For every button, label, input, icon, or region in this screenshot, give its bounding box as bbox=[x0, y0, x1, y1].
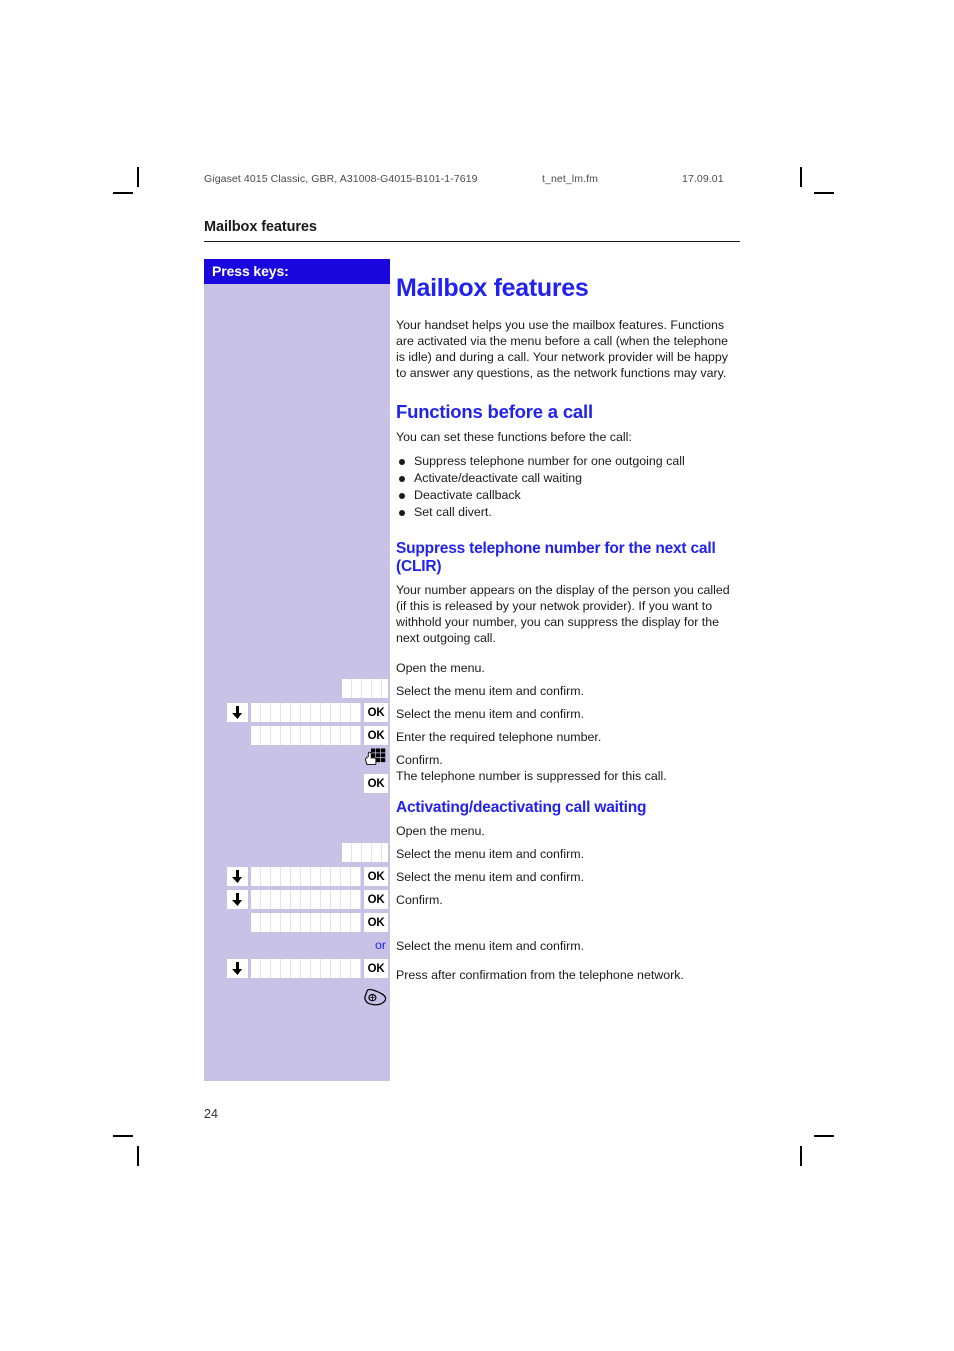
list-item-label: Activate/deactivate call waiting bbox=[414, 471, 583, 486]
crop-mark-bottom-left-horizontal bbox=[113, 1135, 133, 1137]
step-instruction: Select the menu item and confirm. bbox=[396, 847, 585, 862]
step-instruction: Confirm. The telephone number is suppres… bbox=[396, 750, 667, 784]
step-row: Open the menu. bbox=[396, 821, 740, 844]
step-instruction: Select the menu item and confirm. bbox=[396, 706, 585, 721]
display-field-icon bbox=[251, 959, 361, 978]
key-row-confirm-cw: OK bbox=[204, 913, 390, 932]
step-row-spacer bbox=[396, 913, 740, 936]
key-row-select-confirm-cw-1: OK bbox=[204, 867, 390, 886]
step-instruction: Select the menu item and confirm. bbox=[396, 939, 585, 954]
list-item-label: Set call divert. bbox=[414, 505, 492, 520]
step-instruction: Select the menu item and confirm. bbox=[396, 683, 585, 698]
step-row: Enter the required telephone number. bbox=[396, 727, 740, 750]
crop-mark-top-right-horizontal bbox=[814, 192, 834, 194]
step-instruction: Open the menu. bbox=[396, 660, 485, 675]
key-row-hangup bbox=[204, 987, 390, 1006]
clir-step-list: Open the menu. Select the menu item and … bbox=[396, 658, 740, 786]
key-row-enter-number bbox=[204, 748, 390, 767]
crop-mark-top-right-vertical bbox=[800, 167, 802, 187]
step-row: Select the menu item and confirm. bbox=[396, 704, 740, 727]
display-field-icon bbox=[342, 679, 388, 698]
step-row: Open the menu. bbox=[396, 658, 740, 681]
display-field-icon bbox=[342, 843, 388, 862]
key-row-confirm-clir: OK bbox=[204, 774, 390, 793]
step-instruction: Confirm. bbox=[396, 893, 443, 908]
step-instruction-line2: The telephone number is suppressed for t… bbox=[396, 768, 667, 783]
press-keys-sidebar: Press keys: OK OK OK OK OK OK or OK bbox=[204, 259, 390, 1081]
step-instruction: Open the menu. bbox=[396, 824, 485, 839]
intro-paragraph: Your handset helps you use the mailbox f… bbox=[396, 317, 729, 381]
ok-key-icon: OK bbox=[364, 890, 388, 909]
arrow-down-key-icon bbox=[227, 959, 248, 978]
key-row-open-menu-callwaiting bbox=[204, 843, 390, 862]
step-row: Press after confirmation from the teleph… bbox=[396, 965, 740, 988]
section-heading-functions-before-call: Functions before a call bbox=[396, 400, 593, 422]
key-row-select-confirm-cw-3: OK bbox=[204, 959, 390, 978]
running-head-rule bbox=[204, 241, 740, 243]
ok-key-icon: OK bbox=[364, 726, 388, 745]
source-file-name: t_net_lm.fm bbox=[542, 173, 598, 185]
arrow-down-key-icon bbox=[227, 867, 248, 886]
display-field-icon bbox=[251, 703, 361, 722]
ok-key-icon: OK bbox=[364, 774, 388, 793]
or-label: or bbox=[374, 938, 386, 952]
step-row: Select the menu item and confirm. bbox=[396, 867, 740, 890]
key-row-select-confirm-cw-2: OK bbox=[204, 890, 390, 909]
bullet-dot-icon bbox=[399, 476, 405, 483]
list-item: Deactivate callback bbox=[396, 487, 740, 504]
document-date: 17.09.01 bbox=[682, 173, 724, 185]
page-number: 24 bbox=[204, 1107, 218, 1121]
display-field-icon bbox=[251, 890, 361, 909]
step-instruction: Enter the required telephone number. bbox=[396, 729, 602, 744]
list-item: Activate/deactivate call waiting bbox=[396, 470, 740, 487]
arrow-down-key-icon bbox=[227, 703, 248, 722]
document-reference: Gigaset 4015 Classic, GBR, A31008-G4015-… bbox=[204, 173, 478, 185]
key-row-select-confirm-clir-1: OK bbox=[204, 703, 390, 722]
display-field-icon bbox=[251, 913, 361, 932]
step-row: Confirm. bbox=[396, 890, 740, 913]
bullet-dot-icon bbox=[399, 510, 405, 517]
page-title: Mailbox features bbox=[396, 274, 589, 302]
list-item: Suppress telephone number for one outgoi… bbox=[396, 453, 740, 470]
step-instruction-line1: Confirm. bbox=[396, 752, 443, 767]
step-instruction: Select the menu item and confirm. bbox=[396, 870, 585, 885]
crop-mark-bottom-left-vertical bbox=[137, 1146, 139, 1166]
sidebar-title: Press keys: bbox=[204, 259, 390, 284]
keypad-icon bbox=[362, 748, 388, 768]
list-item-label: Suppress telephone number for one outgoi… bbox=[414, 454, 685, 469]
step-row: Confirm. The telephone number is suppres… bbox=[396, 750, 740, 786]
call-waiting-step-list: Open the menu. Select the menu item and … bbox=[396, 821, 740, 988]
bullet-dot-icon bbox=[399, 493, 405, 500]
handset-hangup-icon bbox=[362, 987, 388, 1007]
arrow-down-key-icon bbox=[227, 890, 248, 909]
crop-mark-top-left-vertical bbox=[137, 167, 139, 187]
list-item-label: Deactivate callback bbox=[414, 488, 521, 503]
ok-key-icon: OK bbox=[364, 959, 388, 978]
list-item: Set call divert. bbox=[396, 504, 740, 521]
step-row: Select the menu item and confirm. bbox=[396, 681, 740, 704]
display-field-icon bbox=[251, 726, 361, 745]
functions-bullet-list: Suppress telephone number for one outgoi… bbox=[396, 453, 740, 520]
crop-mark-bottom-right-vertical bbox=[800, 1146, 802, 1166]
step-row: Select the menu item and confirm. bbox=[396, 936, 740, 965]
section-heading-call-waiting: Activating/deactivating call waiting bbox=[396, 798, 647, 816]
running-head: Mailbox features bbox=[204, 219, 317, 235]
ok-key-icon: OK bbox=[364, 913, 388, 932]
display-field-icon bbox=[251, 867, 361, 886]
ok-key-icon: OK bbox=[364, 703, 388, 722]
step-row: Select the menu item and confirm. bbox=[396, 844, 740, 867]
section-heading-clir: Suppress telephone number for the next c… bbox=[396, 539, 716, 575]
section1-lead: You can set these functions before the c… bbox=[396, 430, 632, 445]
step-instruction: Press after confirmation from the teleph… bbox=[396, 968, 684, 983]
key-row-select-confirm-clir-2: OK bbox=[204, 726, 390, 745]
bullet-dot-icon bbox=[399, 459, 405, 466]
main-content: Mailbox features Your handset helps you … bbox=[396, 259, 740, 988]
crop-mark-bottom-right-horizontal bbox=[814, 1135, 834, 1137]
key-row-open-menu-clir bbox=[204, 679, 390, 698]
crop-mark-top-left-horizontal bbox=[113, 192, 133, 194]
clir-paragraph: Your number appears on the display of th… bbox=[396, 582, 730, 646]
ok-key-icon: OK bbox=[364, 867, 388, 886]
